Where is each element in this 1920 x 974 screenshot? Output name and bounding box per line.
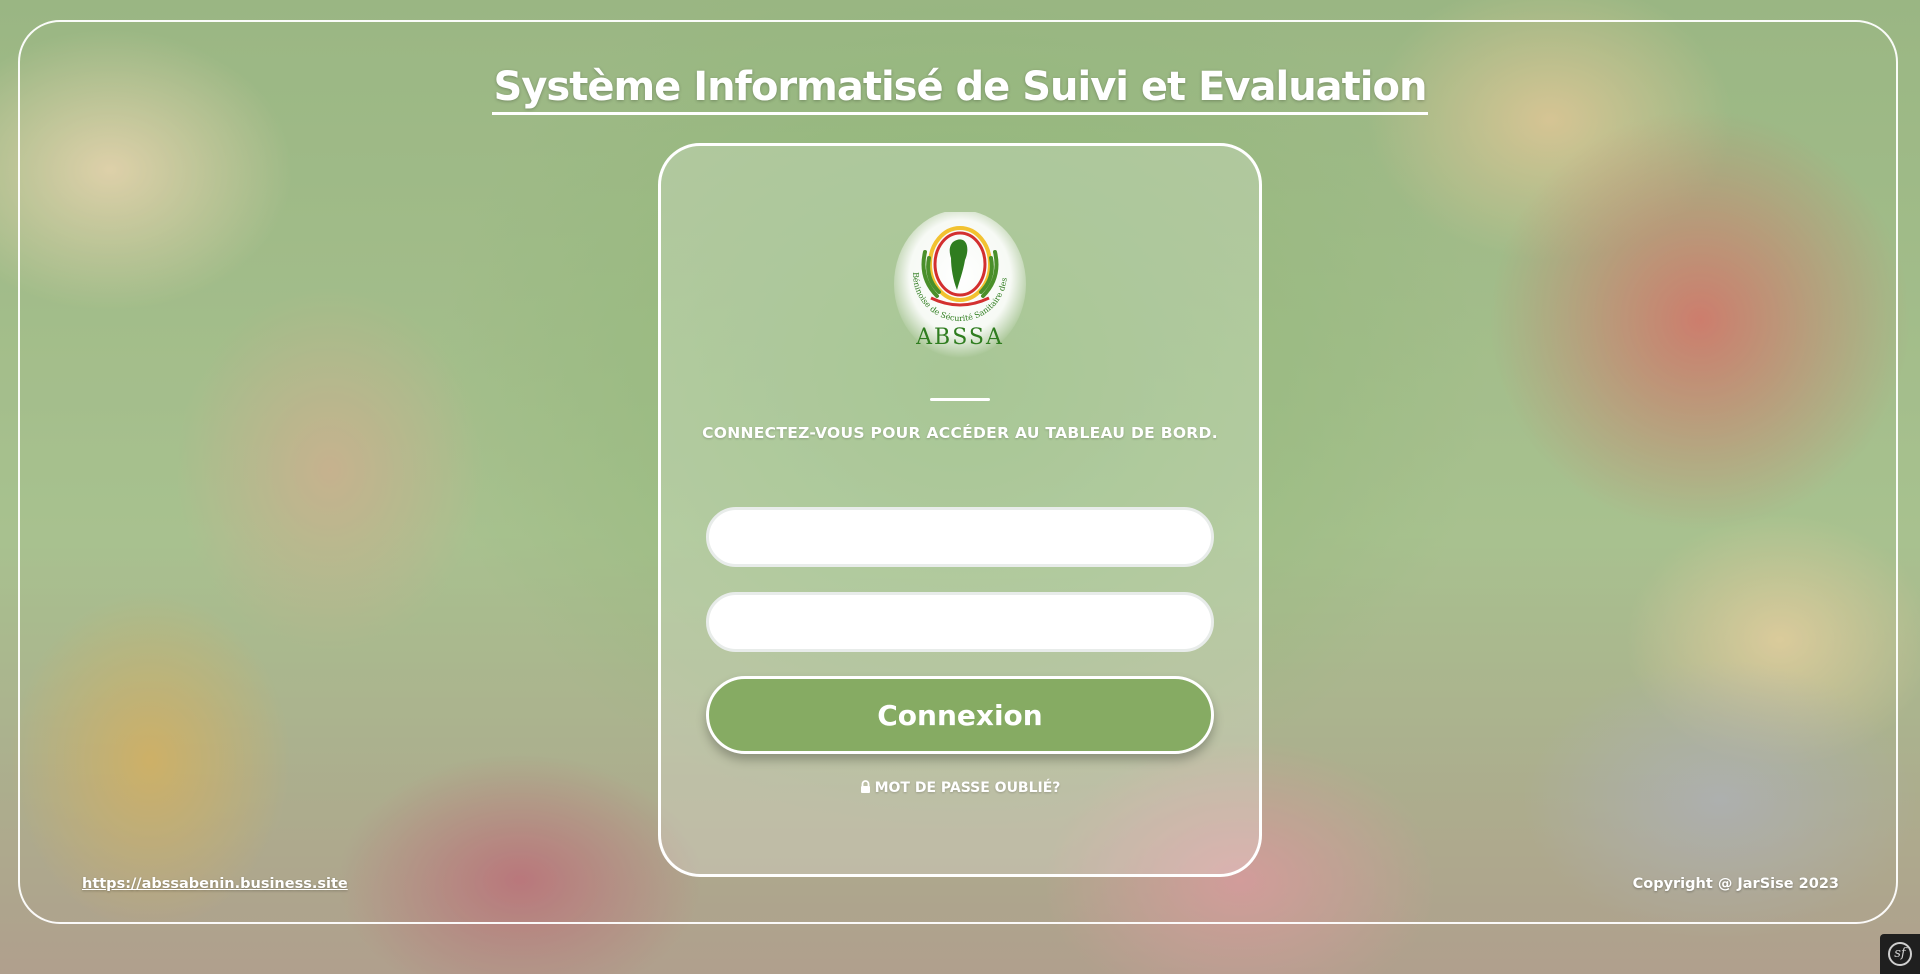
- page-title: Système Informatisé de Suivi et Evaluati…: [0, 64, 1920, 115]
- forgot-password-link[interactable]: MOT DE PASSE OUBLIÉ?: [658, 780, 1262, 796]
- divider: [930, 398, 990, 401]
- password-input[interactable]: [706, 592, 1214, 652]
- corner-badge[interactable]: sf: [1880, 934, 1920, 974]
- website-link[interactable]: https://abssabenin.business.site: [82, 876, 348, 892]
- username-input[interactable]: [706, 507, 1214, 567]
- page-title-text: Système Informatisé de Suivi et Evaluati…: [491, 64, 1429, 115]
- login-button[interactable]: Connexion: [706, 676, 1214, 754]
- copyright-text: Copyright @ JarSise 2023: [1632, 876, 1839, 892]
- logo-text: ABSSA: [915, 325, 1004, 350]
- login-subtitle: CONNECTEZ-VOUS POUR ACCÉDER AU TABLEAU D…: [702, 424, 1218, 442]
- lock-icon: [860, 780, 870, 793]
- symfony-icon: sf: [1888, 942, 1912, 966]
- forgot-password-label: MOT DE PASSE OUBLIÉ?: [874, 780, 1061, 796]
- abssa-logo: Agence Béninoise de Sécurité Sanitaire d…: [893, 212, 1026, 358]
